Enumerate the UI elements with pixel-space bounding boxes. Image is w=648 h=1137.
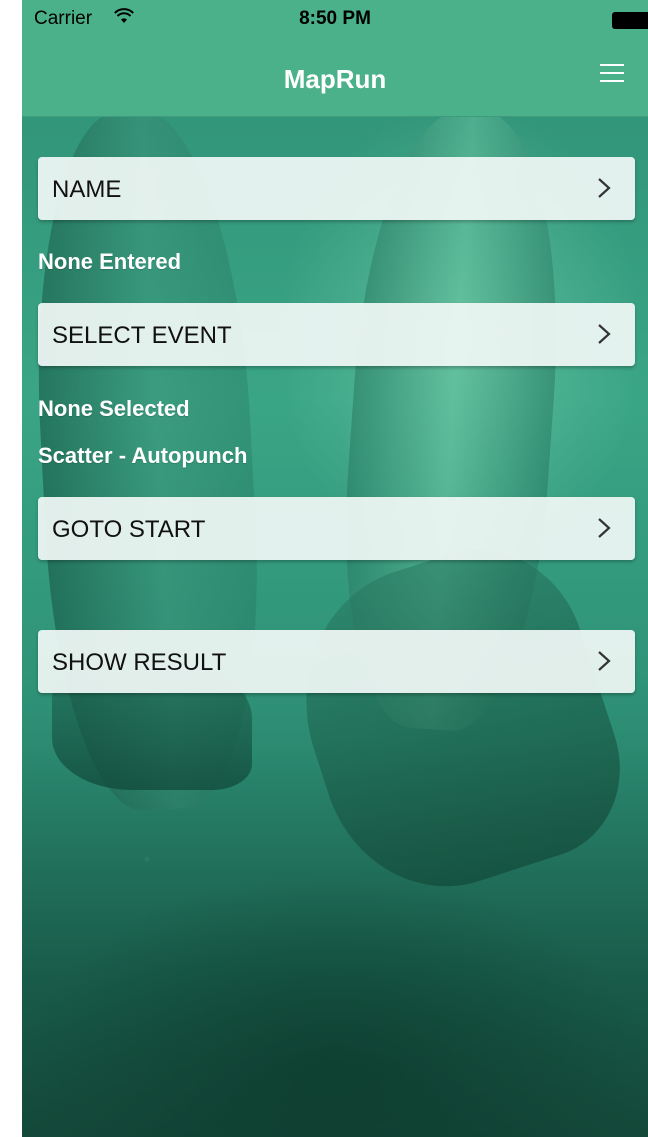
chevron-right-icon xyxy=(598,178,611,198)
goto-start-button[interactable]: GOTO START xyxy=(38,497,635,560)
nav-title: MapRun xyxy=(283,64,387,94)
status-time: 8:50 PM xyxy=(299,8,371,29)
status-bar: Carrier 8:50 PM xyxy=(22,0,648,38)
battery-icon xyxy=(612,12,648,29)
name-value: None Entered xyxy=(38,249,182,274)
navigation-bar: MapRun xyxy=(22,38,648,117)
goto-start-button-label: GOTO START xyxy=(52,516,206,543)
show-result-button-label: SHOW RESULT xyxy=(52,649,227,676)
select-event-button[interactable]: SELECT EVENT xyxy=(38,303,635,366)
show-result-button[interactable]: SHOW RESULT xyxy=(38,630,635,693)
hamburger-menu-icon[interactable] xyxy=(600,64,632,88)
chevron-right-icon xyxy=(598,518,611,538)
app-screen: Carrier 8:50 PM MapRun NAME None Entered… xyxy=(22,0,648,1137)
name-button[interactable]: NAME xyxy=(38,157,635,220)
select-event-button-label: SELECT EVENT xyxy=(52,322,232,349)
event-value: None Selected xyxy=(38,396,190,421)
background-road xyxy=(22,740,648,1137)
name-button-label: NAME xyxy=(52,176,122,203)
chevron-right-icon xyxy=(598,324,611,344)
chevron-right-icon xyxy=(598,651,611,671)
event-mode: Scatter - Autopunch xyxy=(38,443,248,468)
